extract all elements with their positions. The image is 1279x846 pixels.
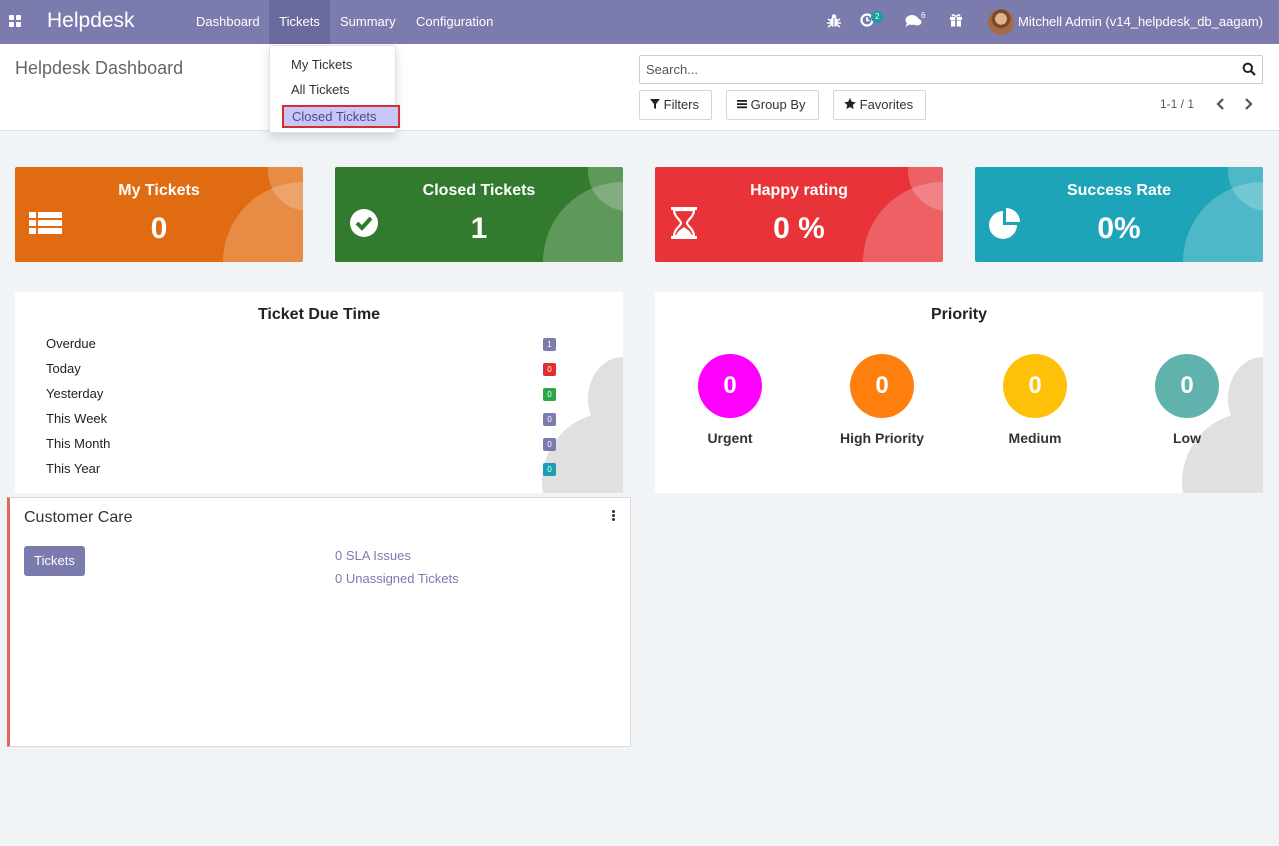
team-name: Customer Care <box>24 509 133 526</box>
filters-label: Filters <box>663 97 700 112</box>
kebab-menu-icon[interactable] <box>612 510 616 522</box>
stat-title: My Tickets <box>118 182 200 199</box>
stat-value: 0% <box>1097 212 1141 245</box>
due-count-badge: 0 <box>543 388 556 401</box>
priority-medium[interactable]: 0 Medium <box>975 354 1095 446</box>
apps-icon[interactable] <box>9 15 21 27</box>
group-by-icon <box>737 100 747 109</box>
stat-value: 0 <box>150 212 168 245</box>
priority-low[interactable]: 0 Low <box>1127 354 1247 446</box>
group-by-button[interactable]: Group By <box>726 90 819 120</box>
search-input[interactable] <box>640 56 1230 83</box>
user-name[interactable]: Mitchell Admin (v14_helpdesk_db_aagam) <box>1018 14 1263 29</box>
stat-title: Happy rating <box>750 182 848 199</box>
stat-card-my-tickets[interactable]: My Tickets 0 <box>15 167 303 262</box>
priority-count: 0 <box>850 354 914 418</box>
priority-label: Low <box>1173 430 1201 446</box>
due-count-badge: 0 <box>543 438 556 451</box>
due-count-badge: 1 <box>543 338 556 351</box>
panel-title: Priority <box>930 306 987 323</box>
due-count-badge: 0 <box>543 463 556 476</box>
ticket-due-time-panel: Ticket Due Time Overdue 1 Today 0 Yester… <box>15 292 623 493</box>
due-row-overdue[interactable]: Overdue <box>46 336 96 351</box>
unassigned-tickets-link[interactable]: 0 Unassigned Tickets <box>335 571 459 586</box>
top-navbar: Helpdesk Dashboard Tickets Summary Confi… <box>0 0 1279 44</box>
priority-count: 0 <box>1003 354 1067 418</box>
tickets-button[interactable]: Tickets <box>24 546 85 576</box>
app-brand[interactable]: Helpdesk <box>47 9 135 33</box>
menu-tickets[interactable]: Tickets <box>269 0 330 44</box>
group-by-label: Group By <box>750 97 806 112</box>
priority-label: Medium <box>1008 430 1062 446</box>
priority-high[interactable]: 0 High Priority <box>822 354 942 446</box>
tickets-dropdown-menu: My Tickets All Tickets Closed Tickets <box>269 45 400 133</box>
stat-title: Success Rate <box>1066 182 1172 199</box>
priority-count: 0 <box>1155 354 1219 418</box>
due-row-this-month[interactable]: This Month <box>46 436 110 451</box>
pager-next-icon[interactable] <box>1241 97 1255 111</box>
user-avatar[interactable] <box>988 9 1014 35</box>
star-icon <box>844 98 856 109</box>
due-row-yesterday[interactable]: Yesterday <box>46 386 103 401</box>
search-bar <box>639 55 1263 84</box>
priority-count: 0 <box>698 354 762 418</box>
priority-panel: Priority 0 Urgent 0 High Priority 0 Medi… <box>655 292 1263 493</box>
menu-configuration[interactable]: Configuration <box>406 0 503 44</box>
stat-card-closed-tickets[interactable]: Closed Tickets 1 <box>335 167 623 262</box>
filter-icon <box>650 99 660 109</box>
menu-summary[interactable]: Summary <box>330 0 406 44</box>
team-card-customer-care: Customer Care Tickets 0 SLA Issues 0 Una… <box>7 497 631 747</box>
menu-dashboard[interactable]: Dashboard <box>186 0 270 44</box>
activity-badge: 2 <box>871 11 884 23</box>
due-row-this-year[interactable]: This Year <box>46 461 100 476</box>
stat-card-happy-rating[interactable]: Happy rating 0 % <box>655 167 943 262</box>
pager-value[interactable]: 1-1 / 1 <box>1160 97 1194 111</box>
due-row-today[interactable]: Today <box>46 361 81 376</box>
dropdown-item-closed-tickets[interactable]: Closed Tickets <box>282 105 400 128</box>
sla-issues-link[interactable]: 0 SLA Issues <box>335 548 411 563</box>
pager-previous-icon[interactable] <box>1214 97 1228 111</box>
due-count-badge: 0 <box>543 413 556 426</box>
stat-card-success-rate[interactable]: Success Rate 0% <box>975 167 1263 262</box>
control-panel: Helpdesk Dashboard Filters Group By Favo… <box>0 44 1279 131</box>
stat-value: 1 <box>470 212 488 245</box>
stat-value: 0 % <box>773 212 825 245</box>
messages-badge: 6 <box>921 11 926 20</box>
gift-icon[interactable] <box>949 13 963 33</box>
priority-label: Urgent <box>707 430 753 446</box>
favorites-label: Favorites <box>859 97 914 112</box>
breadcrumb: Helpdesk Dashboard <box>15 58 184 78</box>
dropdown-item-my-tickets[interactable]: My Tickets <box>291 57 352 72</box>
due-row-this-week[interactable]: This Week <box>46 411 107 426</box>
dropdown-item-all-tickets[interactable]: All Tickets <box>291 82 350 97</box>
due-count-badge: 0 <box>543 363 556 376</box>
priority-urgent[interactable]: 0 Urgent <box>670 354 790 446</box>
favorites-button[interactable]: Favorites <box>833 90 926 120</box>
search-icon[interactable] <box>1242 62 1256 76</box>
priority-label: High Priority <box>839 430 924 446</box>
filters-button[interactable]: Filters <box>639 90 712 120</box>
bug-icon[interactable] <box>827 13 841 33</box>
stat-title: Closed Tickets <box>422 182 536 199</box>
panel-title: Ticket Due Time <box>257 306 381 323</box>
